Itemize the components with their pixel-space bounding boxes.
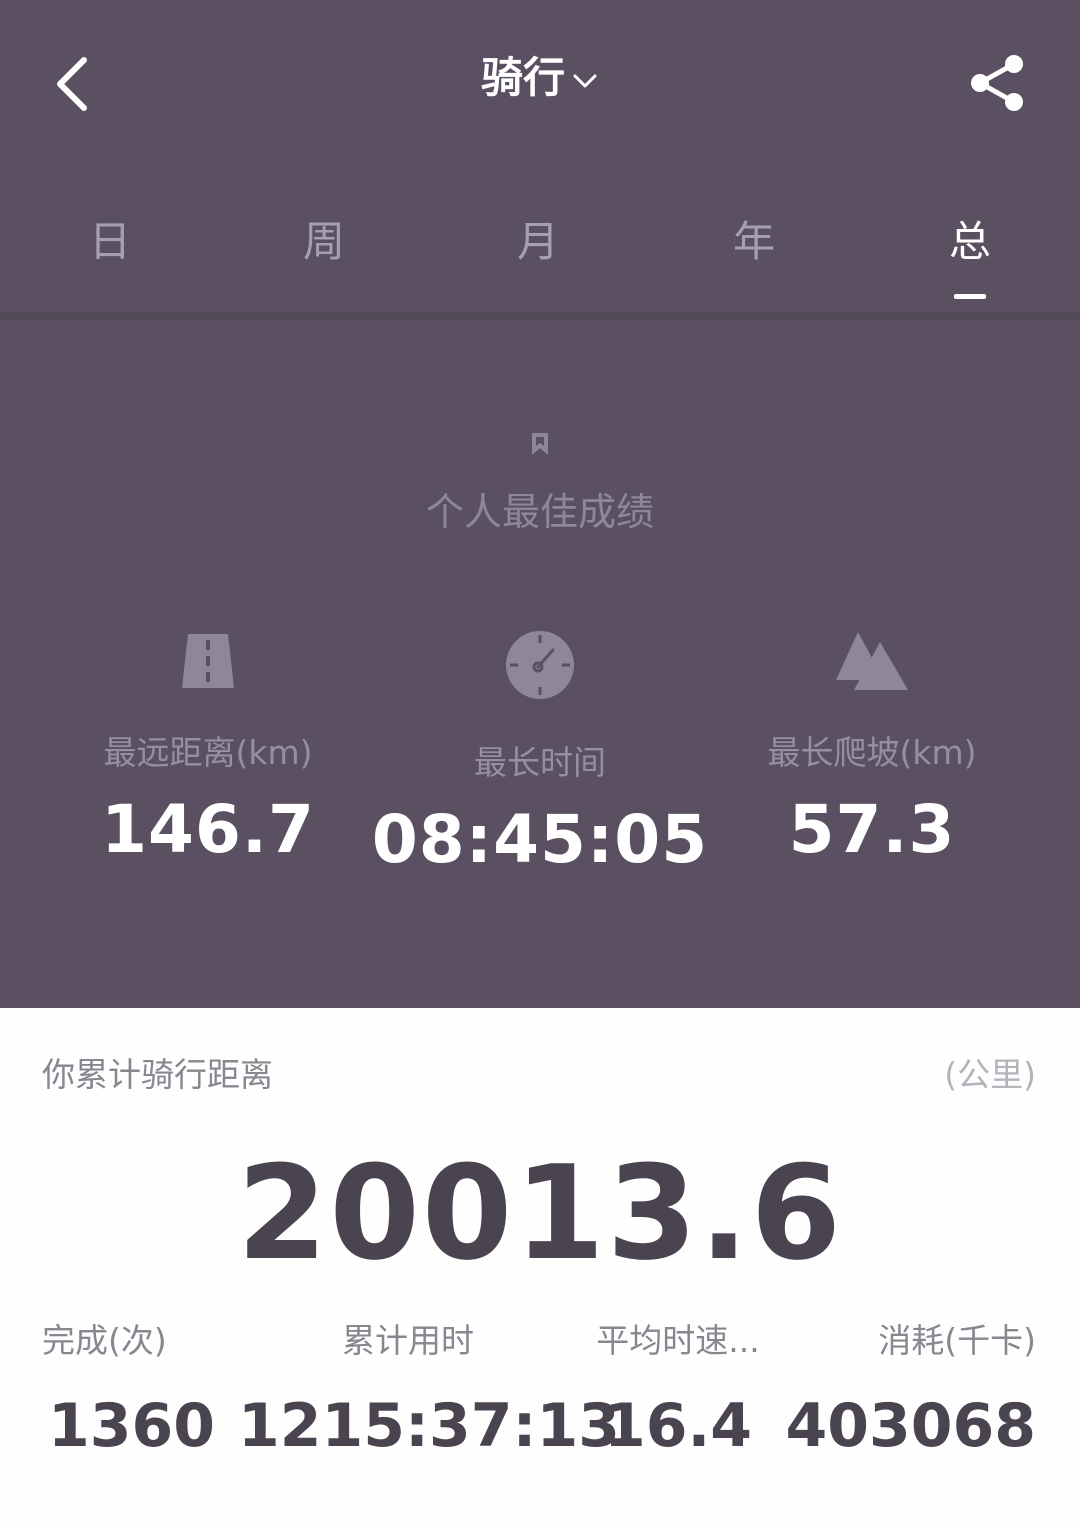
tab-total[interactable]: 总 (910, 214, 1030, 270)
summary-panel: 骑行 日 周 月 年 总 个人最佳成绩 最远距离(km) 146.7 最长时间 … (0, 0, 1080, 1008)
stat-label: 累计用时 (342, 1321, 474, 1360)
stat-value: 146.7 (101, 791, 315, 868)
bookmark-icon (532, 433, 548, 455)
road-icon (182, 634, 234, 688)
tab-week[interactable]: 周 (264, 214, 384, 270)
stat-longest-climb: 最长爬坡(km) 57.3 (692, 628, 1052, 870)
stat-label: 完成(次) (42, 1321, 167, 1360)
stat-value: 57.3 (788, 791, 956, 868)
stat-longest-distance: 最远距离(km) 146.7 (28, 628, 388, 870)
tab-day[interactable]: 日 (50, 214, 170, 270)
stat-calories: 消耗(千卡) 403068 (786, 1318, 1037, 1464)
cumulative-distance-value: 20013.6 (236, 1137, 844, 1289)
tab-month[interactable]: 月 (478, 214, 598, 270)
stat-longest-time: 最长时间 08:45:05 (360, 628, 720, 880)
mountain-icon (836, 632, 908, 690)
app-header: 骑行 (0, 0, 1080, 160)
stat-completed-count: 完成(次) 1360 (42, 1318, 215, 1464)
share-icon[interactable] (966, 52, 1028, 114)
stat-label: 最长时间 (474, 743, 606, 782)
stat-label: 最远距离(km) (103, 733, 313, 772)
stat-label: 消耗(千卡) (878, 1321, 1036, 1360)
sport-type-selector[interactable]: 骑行 (0, 50, 1080, 106)
stat-value: 403068 (785, 1391, 1037, 1461)
tab-year[interactable]: 年 (694, 214, 814, 270)
cumulative-distance-unit: (公里) (944, 1055, 1036, 1094)
tabs-divider (0, 312, 1080, 320)
stat-value: 1215:37:13 (238, 1391, 620, 1461)
personal-best-title: 个人最佳成绩 (425, 490, 654, 534)
stat-value: 16.4 (603, 1391, 753, 1461)
stat-label: 最长爬坡(km) (767, 733, 977, 772)
page-title: 骑行 (480, 53, 565, 102)
active-tab-indicator (954, 294, 986, 299)
stopwatch-icon (506, 631, 574, 699)
stat-value: 08:45:05 (371, 801, 709, 878)
chevron-down-icon (573, 74, 597, 87)
stat-total-time: 累计用时 1215:37:13 (238, 1318, 620, 1464)
period-tabs: 日 周 月 年 总 (0, 200, 1080, 310)
stat-average-speed: 平均时速... 16.4 (578, 1318, 778, 1464)
stat-value: 1360 (48, 1391, 215, 1461)
cumulative-distance-label: 你累计骑行距离 (42, 1055, 273, 1094)
stat-label: 平均时速... (596, 1321, 760, 1360)
